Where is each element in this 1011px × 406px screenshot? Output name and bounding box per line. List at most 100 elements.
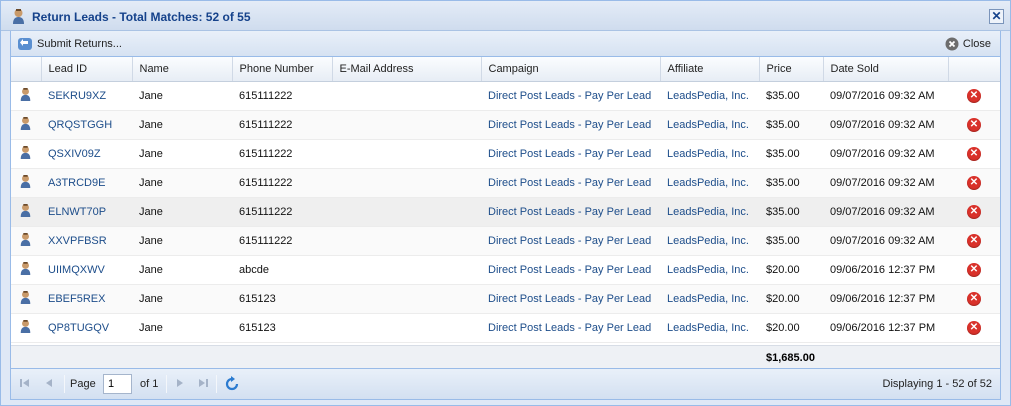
close-label: Close — [962, 38, 991, 50]
table-row[interactable]: ELNWT70P Jane 615111222 Direct Post Leads -… — [11, 197, 1000, 227]
display-count: Displaying 1 - 52 of 52 — [882, 378, 992, 390]
col-header-date-sold[interactable]: Date Sold — [823, 57, 949, 82]
price-cell: $35.00 — [759, 139, 823, 169]
row-user-icon — [11, 139, 41, 169]
table-row[interactable]: QSXIV09Z Jane 615111222 Direct Post Leads -… — [11, 139, 1000, 169]
remove-circle-icon[interactable]: ✕ — [967, 175, 981, 190]
campaign-link[interactable]: Direct Post Leads - Pay Per Lead — [481, 284, 660, 314]
close-button[interactable]: Close — [945, 36, 991, 52]
lead-id-link[interactable]: EBEF5REX — [41, 284, 132, 314]
col-header-lead-id[interactable]: Lead ID — [41, 57, 133, 82]
price-cell: $35.00 — [759, 110, 823, 140]
lead-id-link[interactable]: UIIMQXWV — [41, 255, 132, 285]
lead-id-link[interactable]: QSXIV09Z — [41, 139, 132, 169]
remove-circle-icon[interactable]: ✕ — [967, 291, 981, 306]
affiliate-link[interactable]: LeadsPedia, Inc. — [660, 168, 759, 198]
affiliate-link[interactable]: LeadsPedia, Inc. — [660, 313, 759, 343]
date-sold-cell: 09/07/2016 09:32 AM — [823, 168, 948, 198]
phone-cell: 615123 — [232, 313, 332, 343]
pager-separator — [216, 375, 217, 393]
window-titlebar[interactable]: Return Leads - Total Matches: 52 of 55 ✕ — [1, 1, 1010, 31]
affiliate-link[interactable]: LeadsPedia, Inc. — [660, 284, 759, 314]
header-row: Lead ID Name Phone Number E-Mail Address… — [11, 57, 1000, 82]
phone-cell: 615111222 — [232, 81, 332, 111]
remove-circle-icon[interactable]: ✕ — [967, 233, 981, 248]
table-row[interactable]: A3TRCD9E Jane 615111222 Direct Post Leads -… — [11, 168, 1000, 198]
delete-cell: ✕ — [948, 168, 1000, 198]
phone-cell: 615111222 — [232, 168, 332, 198]
campaign-link[interactable]: Direct Post Leads - Pay Per Lead — [481, 168, 660, 198]
return-arrow-icon — [18, 38, 32, 50]
user-icon — [11, 8, 26, 28]
affiliate-link[interactable]: LeadsPedia, Inc. — [660, 110, 759, 140]
remove-circle-icon[interactable]: ✕ — [967, 117, 981, 132]
campaign-link[interactable]: Direct Post Leads - Pay Per Lead — [481, 313, 660, 343]
email-cell — [332, 197, 481, 227]
price-cell: $35.00 — [759, 197, 823, 227]
table-row[interactable]: XXVPFBSR Jane 615111222 Direct Post Leads -… — [11, 226, 1000, 256]
remove-circle-icon[interactable]: ✕ — [967, 146, 981, 161]
col-header-price[interactable]: Price — [759, 57, 824, 82]
col-header-email[interactable]: E-Mail Address — [332, 57, 482, 82]
row-user-icon — [11, 197, 41, 227]
row-user-icon — [11, 226, 41, 256]
name-cell: Jane — [132, 197, 232, 227]
refresh-icon[interactable] — [224, 376, 240, 395]
lead-id-link[interactable]: XXVPFBSR — [41, 226, 132, 256]
paging-toolbar: Page of 1 Displaying 1 - 52 of 52 — [10, 369, 1001, 400]
submit-returns-button[interactable]: Submit Returns... — [17, 36, 122, 52]
affiliate-link[interactable]: LeadsPedia, Inc. — [660, 255, 759, 285]
table-row[interactable]: EBEF5REX Jane 615123 Direct Post Leads - Pa… — [11, 284, 1000, 314]
phone-cell: 615111222 — [232, 197, 332, 227]
table-row[interactable]: UIIMQXWV Jane abcde Direct Post Leads - Pay… — [11, 255, 1000, 285]
price-cell: $20.00 — [759, 284, 823, 314]
phone-cell: 615111222 — [232, 139, 332, 169]
lead-id-link[interactable]: SEKRU9XZ — [41, 81, 132, 111]
affiliate-link[interactable]: LeadsPedia, Inc. — [660, 81, 759, 111]
lead-id-link[interactable]: A3TRCD9E — [41, 168, 132, 198]
lead-id-link[interactable]: QRQSTGGH — [41, 110, 132, 140]
leads-table: Lead ID Name Phone Number E-Mail Address… — [11, 57, 1000, 343]
campaign-link[interactable]: Direct Post Leads - Pay Per Lead — [481, 226, 660, 256]
lead-id-link[interactable]: QP8TUGQV — [41, 313, 132, 343]
last-page-icon[interactable] — [197, 377, 209, 392]
campaign-link[interactable]: Direct Post Leads - Pay Per Lead — [481, 81, 660, 111]
col-header-name[interactable]: Name — [132, 57, 233, 82]
affiliate-link[interactable]: LeadsPedia, Inc. — [660, 226, 759, 256]
phone-cell: 615111222 — [232, 110, 332, 140]
col-header-phone[interactable]: Phone Number — [232, 57, 333, 82]
email-cell — [332, 168, 481, 198]
page-input[interactable] — [103, 374, 132, 394]
next-page-icon[interactable] — [174, 377, 186, 392]
prev-page-icon[interactable] — [43, 377, 55, 392]
remove-circle-icon[interactable]: ✕ — [967, 88, 981, 103]
remove-circle-icon[interactable]: ✕ — [967, 204, 981, 219]
table-row[interactable]: QP8TUGQV Jane 615123 Direct Post Leads - Pa… — [11, 313, 1000, 343]
delete-cell: ✕ — [948, 226, 1000, 256]
affiliate-link[interactable]: LeadsPedia, Inc. — [660, 197, 759, 227]
col-header-icon[interactable] — [11, 57, 42, 82]
remove-circle-icon[interactable]: ✕ — [967, 262, 981, 277]
delete-cell: ✕ — [948, 313, 1000, 343]
campaign-link[interactable]: Direct Post Leads - Pay Per Lead — [481, 197, 660, 227]
price-cell: $20.00 — [759, 313, 823, 343]
affiliate-link[interactable]: LeadsPedia, Inc. — [660, 139, 759, 169]
email-cell — [332, 284, 481, 314]
row-user-icon — [11, 81, 41, 111]
table-row[interactable]: QRQSTGGH Jane 615111222 Direct Post Leads -… — [11, 110, 1000, 140]
col-header-affiliate[interactable]: Affiliate — [660, 57, 760, 82]
date-sold-cell: 09/07/2016 09:32 AM — [823, 81, 948, 111]
name-cell: Jane — [132, 284, 232, 314]
col-header-campaign[interactable]: Campaign — [481, 57, 661, 82]
window-close-icon[interactable]: ✕ — [989, 9, 1004, 24]
lead-id-link[interactable]: ELNWT70P — [41, 197, 132, 227]
campaign-link[interactable]: Direct Post Leads - Pay Per Lead — [481, 255, 660, 285]
campaign-link[interactable]: Direct Post Leads - Pay Per Lead — [481, 110, 660, 140]
summary-row: $1,685.00 — [11, 345, 1000, 368]
table-row[interactable]: SEKRU9XZ Jane 615111222 Direct Post Leads -… — [11, 81, 1000, 111]
pager-separator — [64, 375, 65, 393]
first-page-icon[interactable] — [19, 377, 31, 392]
phone-cell: abcde — [232, 255, 332, 285]
campaign-link[interactable]: Direct Post Leads - Pay Per Lead — [481, 139, 660, 169]
remove-circle-icon[interactable]: ✕ — [967, 320, 981, 335]
